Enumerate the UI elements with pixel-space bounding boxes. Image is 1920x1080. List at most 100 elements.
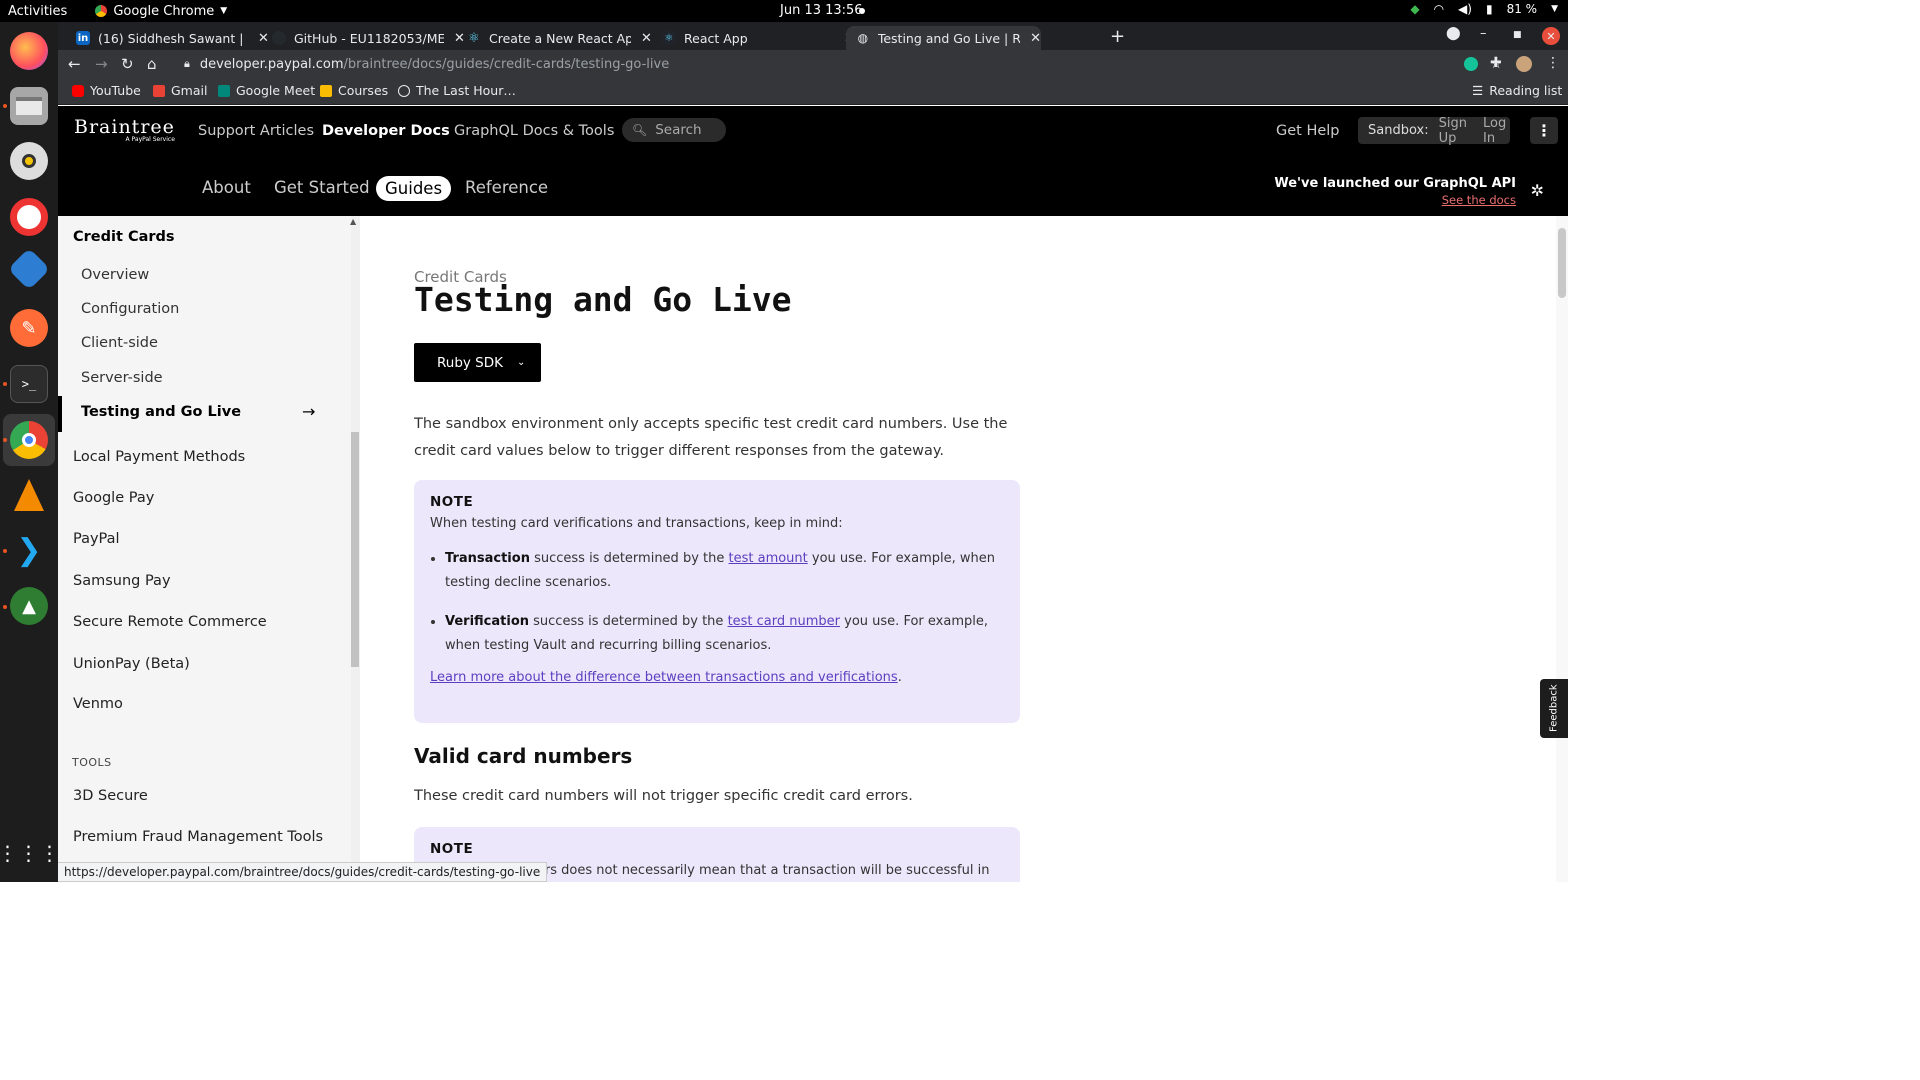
terminal-icon[interactable]: >_ [10, 365, 48, 403]
rocket-app-icon[interactable]: ▲ [10, 587, 48, 625]
tab-linkedin[interactable]: in (16) Siddhesh Sawant | Lin ✕ [76, 26, 269, 50]
bullet-text: success is determined by the [529, 551, 729, 566]
system-tray[interactable]: ◆ ◠ ◀) ▮ 81 % ▼ [1410, 2, 1558, 16]
note-heading: NOTE [430, 841, 474, 857]
clock[interactable]: Jun 13 13:56 [780, 3, 863, 18]
remmina-icon[interactable] [7, 247, 51, 291]
rhythmbox-icon[interactable] [10, 142, 48, 180]
sidebar-item-configuration[interactable]: Configuration [81, 301, 179, 317]
sidebar-item-testing-go-live[interactable]: Testing and Go Live [81, 404, 241, 420]
sidebar-item-paypal[interactable]: PayPal [73, 531, 120, 547]
vscode-icon[interactable]: ❯ [10, 531, 48, 569]
subnav-about[interactable]: About [202, 178, 251, 197]
reading-list-button[interactable]: ☰ Reading list [1472, 83, 1562, 98]
courses-icon [320, 84, 332, 97]
braintree-logo[interactable]: Braintree A PayPal Service [74, 116, 175, 143]
bookmark-last-hour[interactable]: The Last Hour… [398, 83, 516, 98]
avatar[interactable] [1516, 56, 1532, 72]
chrome-icon[interactable] [10, 421, 48, 459]
home-icon[interactable]: ⌂ [147, 55, 157, 73]
sdk-selector[interactable]: Ruby SDK ⌄ [414, 343, 541, 382]
maximize-icon[interactable]: ■ [1513, 30, 1522, 40]
sidebar-item-local-payment-methods[interactable]: Local Payment Methods [73, 449, 245, 465]
nav-graphql-docs[interactable]: GraphQL Docs & Tools [454, 123, 614, 139]
nav-support-articles[interactable]: Support Articles [198, 123, 314, 139]
subnav-guides[interactable]: Guides [376, 176, 452, 201]
scroll-up-icon[interactable]: ▲ [350, 217, 356, 226]
caret-down-icon: ▼ [220, 6, 228, 16]
close-icon[interactable]: ✕ [454, 31, 465, 46]
menu-icon[interactable]: ⋮ [1546, 55, 1560, 71]
test-card-number-link[interactable]: test card number [728, 614, 840, 629]
sidebar-item-3d-secure[interactable]: 3D Secure [73, 788, 148, 804]
sidebar-item-overview[interactable]: Overview [81, 267, 149, 283]
sidebar-item-venmo[interactable]: Venmo [73, 696, 123, 712]
log-in-link[interactable]: Log In [1483, 116, 1510, 146]
sidebar-item-google-pay[interactable]: Google Pay [73, 490, 154, 506]
linkedin-icon: in [76, 31, 90, 45]
extensions-icon[interactable]: ✚ [1490, 55, 1502, 71]
see-docs-link[interactable]: See the docs [1274, 193, 1516, 207]
notification-bell-icon[interactable]: ✲ [1531, 181, 1544, 200]
learn-more-link[interactable]: Learn more about the difference between … [430, 670, 898, 685]
app-menu[interactable]: Google Chrome ▼ [95, 4, 227, 19]
note-callout: NOTE When testing card verifications and… [414, 480, 1020, 723]
page-scrollbar-thumb[interactable] [1558, 228, 1566, 298]
activities-button[interactable]: Activities [8, 4, 67, 19]
tab-react-app[interactable]: ⚛ React App ✕ [662, 26, 855, 50]
tab-search-icon[interactable]: ⬤ [1446, 26, 1461, 41]
sidebar-item-secure-remote-commerce[interactable]: Secure Remote Commerce [73, 614, 267, 630]
reload-icon[interactable]: ↻ [121, 55, 134, 73]
show-apps-icon[interactable]: ⋮⋮⋮ [0, 834, 60, 872]
vlc-icon[interactable] [10, 476, 48, 514]
sdk-selector-label: Ruby SDK [437, 354, 503, 371]
bookmark-label: YouTube [90, 83, 141, 98]
feedback-button[interactable]: Feedback [1540, 679, 1568, 738]
battery-icon: ▮ [1485, 2, 1493, 16]
address-bar[interactable]: 🔒︎ developer.paypal.com /braintree/docs/… [176, 52, 1516, 76]
close-icon[interactable]: ✕ [641, 31, 652, 46]
subnav-reference[interactable]: Reference [465, 178, 548, 197]
minimize-icon[interactable]: – [1480, 26, 1487, 41]
sidebar-scrollbar-thumb[interactable] [351, 432, 359, 667]
page-scrollbar[interactable] [1556, 216, 1568, 882]
sidebar-item-unionpay[interactable]: UnionPay (Beta) [73, 656, 190, 672]
window-close-icon[interactable]: ✕ [1542, 27, 1560, 45]
tab-github[interactable]: GitHub - EU1182053/MERI ✕ [272, 26, 465, 50]
list-item: Verification success is determined by th… [445, 610, 1004, 658]
forward-icon[interactable]: → [95, 55, 108, 73]
files-icon[interactable] [10, 87, 48, 125]
postman-icon[interactable]: ✎ [10, 309, 48, 347]
bookmark-courses[interactable]: Courses [320, 83, 388, 98]
bookmark-google-meet[interactable]: Google Meet [218, 83, 315, 98]
sidebar-item-samsung-pay[interactable]: Samsung Pay [73, 573, 171, 589]
subnav-get-started[interactable]: Get Started [274, 178, 370, 197]
tab-title: Testing and Go Live | Ruby [877, 30, 1021, 46]
volume-icon: ◀) [1458, 2, 1472, 16]
close-icon[interactable]: ✕ [1030, 31, 1041, 46]
search-input[interactable]: 🔍︎ Search [622, 118, 726, 142]
sidebar-item-client-side[interactable]: Client-side [81, 335, 158, 351]
list-item: Transaction success is determined by the… [445, 547, 1004, 595]
bookmark-gmail[interactable]: Gmail [153, 83, 207, 98]
more-menu-icon[interactable]: ⋮ [1530, 117, 1558, 144]
bookmark-youtube[interactable]: YouTube [72, 83, 141, 98]
help-icon[interactable] [10, 198, 48, 236]
sign-up-link[interactable]: Sign Up [1439, 116, 1473, 146]
firefox-icon[interactable] [10, 32, 48, 70]
new-tab-button[interactable]: + [1110, 26, 1125, 47]
get-help-link[interactable]: Get Help [1276, 123, 1340, 139]
tab-create-react-app[interactable]: ⚛ Create a New React App – ✕ [467, 26, 652, 50]
bookmarks-bar: YouTube Gmail Google Meet Courses The La… [58, 78, 1568, 105]
nav-developer-docs[interactable]: Developer Docs [322, 123, 450, 139]
back-icon[interactable]: ← [68, 55, 81, 73]
test-amount-link[interactable]: test amount [729, 551, 808, 566]
docs-sidebar: Credit Cards Overview Configuration Clie… [58, 216, 360, 882]
learn-more-line: Learn more about the difference between … [430, 670, 1004, 685]
sidebar-item-premium-fraud[interactable]: Premium Fraud Management Tools [73, 829, 323, 845]
close-icon[interactable]: ✕ [258, 31, 269, 46]
grammarly-icon[interactable] [1464, 57, 1478, 71]
sidebar-section-credit-cards[interactable]: Credit Cards [73, 229, 175, 245]
sidebar-item-server-side[interactable]: Server-side [81, 370, 163, 386]
tab-testing-go-live[interactable]: ◍ Testing and Go Live | Ruby ✕ [846, 26, 1041, 50]
